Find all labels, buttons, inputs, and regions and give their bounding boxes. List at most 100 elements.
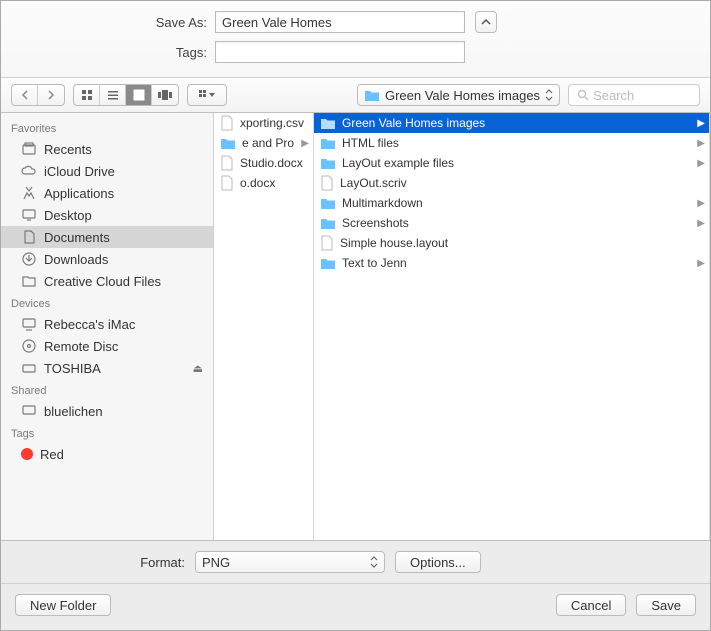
sidebar: Favorites Recents iCloud Drive Applicati… <box>1 113 214 540</box>
search-placeholder: Search <box>593 88 634 103</box>
sidebar-header-shared: Shared <box>1 379 213 400</box>
chevron-right-icon: ▶ <box>697 198 705 209</box>
grid-options-icon <box>198 89 216 101</box>
path-dropdown-label: Green Vale Homes images <box>385 88 540 103</box>
format-value: PNG <box>202 555 230 570</box>
file-row[interactable]: Studio.docx <box>214 153 313 173</box>
tags-input[interactable] <box>215 41 465 63</box>
format-select[interactable]: PNG <box>195 551 385 573</box>
file-row[interactable]: e and Pro ▶ <box>214 133 313 153</box>
chevron-up-icon <box>481 18 491 26</box>
list-icon <box>107 89 119 101</box>
sidebar-item-desktop[interactable]: Desktop <box>1 204 213 226</box>
grid-icon <box>81 89 93 101</box>
format-label: Format: <box>15 555 185 570</box>
sidebar-item-recents[interactable]: Recents <box>1 138 213 160</box>
nav-forward-button[interactable] <box>38 85 64 105</box>
coverflow-icon <box>158 89 172 101</box>
file-row[interactable]: LayOut.scriv <box>314 173 709 193</box>
sidebar-item-toshiba[interactable]: TOSHIBA⏏ <box>1 357 213 379</box>
file-name: e and Pro <box>242 136 295 150</box>
path-dropdown[interactable]: Green Vale Homes images <box>357 84 560 106</box>
documents-icon <box>21 229 37 245</box>
sidebar-header-tags: Tags <box>1 422 213 443</box>
view-options-dropdown[interactable] <box>187 84 227 106</box>
chevron-right-icon <box>47 90 55 100</box>
file-name: LayOut.scriv <box>340 176 705 190</box>
cancel-button[interactable]: Cancel <box>556 594 626 616</box>
chevron-left-icon <box>21 90 29 100</box>
sidebar-item-documents[interactable]: Documents <box>1 226 213 248</box>
search-icon <box>577 89 589 101</box>
eject-icon[interactable]: ⏏ <box>193 362 203 375</box>
network-computer-icon <box>21 403 37 419</box>
sidebar-item-bluelichen[interactable]: bluelichen <box>1 400 213 422</box>
view-mode-group <box>73 84 179 106</box>
tag-dot-icon <box>21 448 33 460</box>
file-row[interactable]: LayOut example files ▶ <box>314 153 709 173</box>
chevron-right-icon: ▶ <box>697 258 705 269</box>
file-name: Studio.docx <box>240 156 309 170</box>
file-row[interactable]: Simple house.layout <box>314 233 709 253</box>
chevron-right-icon: ▶ <box>697 158 705 169</box>
sidebar-item-creative-cloud[interactable]: Creative Cloud Files <box>1 270 213 292</box>
sidebar-item-downloads[interactable]: Downloads <box>1 248 213 270</box>
file-row[interactable]: Text to Jenn ▶ <box>314 253 709 273</box>
save-dialog: Save As: Tags: Green Vale Home <box>0 0 711 631</box>
file-name: Text to Jenn <box>342 256 691 270</box>
collapse-toggle-button[interactable] <box>475 11 497 33</box>
file-row[interactable]: Screenshots ▶ <box>314 213 709 233</box>
column-2[interactable]: Green Vale Homes images▶HTML files▶LayOu… <box>314 113 710 540</box>
file-name: HTML files <box>342 136 691 150</box>
search-input[interactable]: Search <box>568 84 700 106</box>
sidebar-item-remote-disc[interactable]: Remote Disc <box>1 335 213 357</box>
sidebar-item-applications[interactable]: Applications <box>1 182 213 204</box>
imac-icon <box>21 316 37 332</box>
view-icons-button[interactable] <box>74 85 100 105</box>
top-toolbar: Save As: Tags: <box>1 1 710 77</box>
view-list-button[interactable] <box>100 85 126 105</box>
file-name: LayOut example files <box>342 156 691 170</box>
chevron-right-icon: ▶ <box>301 138 309 149</box>
recents-icon <box>21 141 37 157</box>
saveas-input[interactable] <box>215 11 465 33</box>
disc-icon <box>21 338 37 354</box>
applications-icon <box>21 185 37 201</box>
file-row[interactable]: HTML files ▶ <box>314 133 709 153</box>
tags-label: Tags: <box>15 45 215 60</box>
nav-back-button[interactable] <box>12 85 38 105</box>
format-bar: Format: PNG Options... <box>1 541 710 584</box>
file-row[interactable]: Green Vale Homes images▶ <box>314 113 709 133</box>
file-browser: Favorites Recents iCloud Drive Applicati… <box>1 113 710 541</box>
view-columns-button[interactable] <box>126 85 152 105</box>
downloads-icon <box>21 251 37 267</box>
file-name: Screenshots <box>342 216 691 230</box>
nav-back-forward <box>11 84 65 106</box>
sidebar-item-imac[interactable]: Rebecca's iMac <box>1 313 213 335</box>
column-view: xporting.csve and Pro▶Studio.docxo.docx … <box>214 113 710 540</box>
sidebar-item-icloud[interactable]: iCloud Drive <box>1 160 213 182</box>
updown-icon <box>545 89 553 101</box>
column-1[interactable]: xporting.csv e and Pro ▶ Studio.docx o.docx <box>214 113 314 540</box>
desktop-icon <box>21 207 37 223</box>
save-button[interactable]: Save <box>636 594 696 616</box>
folder-outline-icon <box>21 273 37 289</box>
file-row[interactable]: o.docx <box>214 173 313 193</box>
updown-icon <box>370 556 378 568</box>
file-row[interactable]: xporting.csv <box>214 113 313 133</box>
new-folder-button[interactable]: New Folder <box>15 594 111 616</box>
chevron-right-icon: ▶ <box>697 138 705 149</box>
folder-icon <box>364 89 380 102</box>
view-coverflow-button[interactable] <box>152 85 178 105</box>
file-name: xporting.csv <box>240 116 309 130</box>
saveas-label: Save As: <box>15 15 215 30</box>
options-button[interactable]: Options... <box>395 551 481 573</box>
file-row[interactable]: Multimarkdown▶ <box>314 193 709 213</box>
file-name: Simple house.layout <box>340 236 705 250</box>
sidebar-header-devices: Devices <box>1 292 213 313</box>
chevron-right-icon: ▶ <box>697 218 705 229</box>
cloud-icon <box>21 163 37 179</box>
external-drive-icon <box>21 360 37 376</box>
chevron-right-icon: ▶ <box>697 118 705 129</box>
sidebar-item-tag-red[interactable]: Red <box>1 443 213 465</box>
